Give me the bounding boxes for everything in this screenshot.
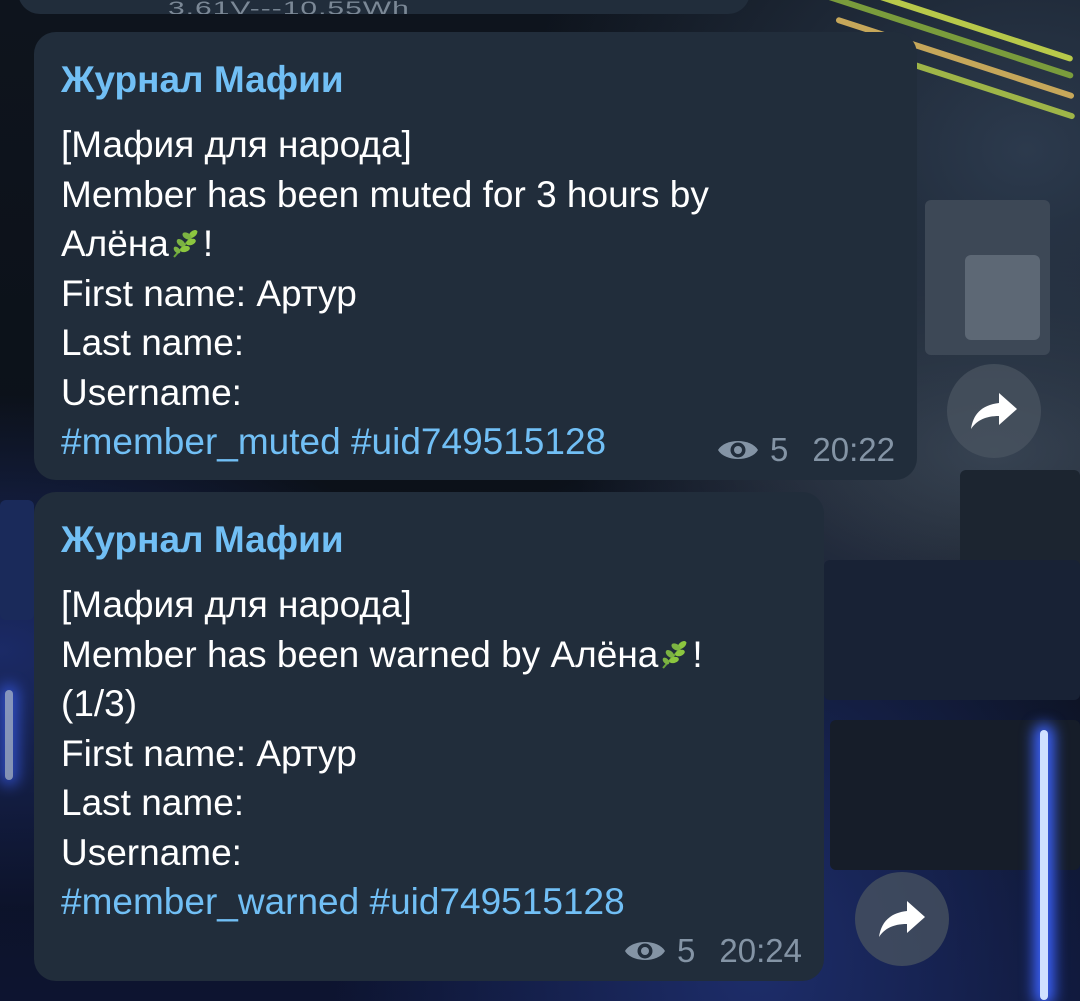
message-time: 20:24 bbox=[719, 932, 802, 969]
message-line: First name: Артур bbox=[61, 732, 357, 774]
message-text-fragment: ! bbox=[202, 223, 214, 264]
sender-name[interactable]: Журнал Мафии bbox=[61, 58, 344, 102]
previous-message-text: 3.61V---10.55Wh bbox=[168, 0, 410, 14]
message-line: Member has been muted for 3 hours by bbox=[61, 173, 709, 215]
message-line: [Мафия для народа] bbox=[61, 584, 412, 625]
share-button[interactable] bbox=[855, 872, 949, 966]
hashtag-line: #member_warned #uid749515128 bbox=[61, 877, 703, 927]
message-line: [Мафия для народа] bbox=[61, 124, 412, 165]
message-bubble[interactable]: Журнал Мафии [Мафия для народа] Member h… bbox=[34, 492, 824, 981]
message-line-with-emoji: Member has been warned by Алёна! bbox=[61, 630, 703, 680]
eye-icon bbox=[625, 942, 666, 960]
message-text-fragment: ! bbox=[692, 633, 703, 675]
view-count: 5 bbox=[770, 431, 789, 468]
share-button[interactable] bbox=[947, 364, 1041, 458]
message-text-fragment: Member has been warned by Алёна bbox=[61, 633, 659, 675]
herb-leaf-icon bbox=[173, 230, 198, 258]
message-line: Username: bbox=[61, 831, 242, 873]
share-icon bbox=[971, 393, 1017, 429]
message-meta: 5 20:22 bbox=[716, 430, 895, 470]
message-line: (1/3) bbox=[61, 683, 138, 724]
message-line: First name: Артур bbox=[61, 272, 357, 314]
hashtag-link[interactable]: #uid749515128 bbox=[351, 421, 606, 462]
herb-leaf-icon bbox=[662, 640, 688, 669]
hashtag-line: #member_muted #uid749515128 bbox=[61, 417, 709, 467]
message-line-with-emoji: Алёна! bbox=[61, 219, 709, 269]
hashtag-link[interactable]: #member_warned bbox=[61, 881, 359, 922]
hashtag-link[interactable]: #uid749515128 bbox=[370, 881, 625, 922]
view-count: 5 bbox=[677, 932, 696, 969]
previous-message-bubble: 3.61V---10.55Wh bbox=[18, 0, 750, 14]
message-line: Username: bbox=[61, 371, 242, 413]
message-line: Last name: bbox=[61, 782, 245, 823]
message-text-fragment: Алёна bbox=[61, 223, 169, 264]
eye-icon bbox=[718, 441, 759, 459]
message-meta: 5 20:24 bbox=[623, 931, 802, 971]
sender-name[interactable]: Журнал Мафии bbox=[61, 518, 344, 562]
message-time: 20:22 bbox=[812, 431, 895, 468]
hashtag-link[interactable]: #member_muted bbox=[61, 421, 341, 462]
message-bubble[interactable]: Журнал Мафии [Мафия для народа] Member h… bbox=[34, 32, 917, 480]
message-line: Last name: bbox=[61, 322, 245, 363]
message-text: [Мафия для народа] Member has been muted… bbox=[61, 120, 709, 467]
message-text: [Мафия для народа] Member has been warne… bbox=[61, 580, 703, 927]
share-icon bbox=[879, 901, 925, 937]
